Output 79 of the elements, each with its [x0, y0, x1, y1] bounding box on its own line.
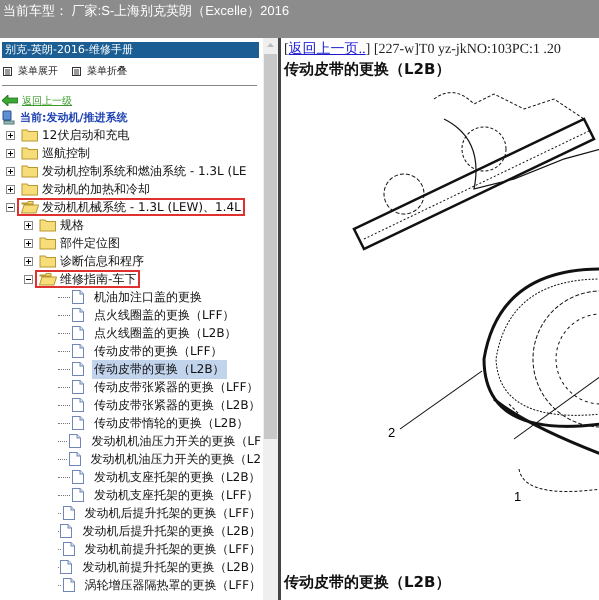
tree-item[interactable]: 发动机前提升托架的更换（LFF）	[82, 540, 263, 558]
expand-icon[interactable]	[24, 256, 33, 266]
menu-action[interactable]: 菜单折叠	[72, 64, 127, 78]
tree-folder[interactable]: 规格	[35, 216, 88, 234]
tree-folder[interactable]: 诊断信息和程序	[35, 252, 148, 270]
document-icon	[60, 560, 72, 574]
tree-item[interactable]: 点火线圈盖的更换（LFF）	[92, 306, 236, 324]
document-icon	[72, 416, 84, 430]
tree-item[interactable]: 发动机机油压力开关的更换（LF	[89, 432, 263, 450]
folder-icon	[21, 164, 39, 178]
collapse-icon[interactable]	[24, 274, 33, 284]
scroll-thumb[interactable]	[264, 54, 277, 439]
tree-folder[interactable]: 12伏启动和充电	[17, 126, 134, 144]
document-icon	[72, 398, 84, 412]
tree-folder[interactable]: 巡航控制	[17, 144, 94, 162]
tree-folder[interactable]: 部件定位图	[35, 234, 124, 252]
scrollbar[interactable]	[263, 38, 278, 600]
document-icon	[72, 326, 84, 340]
tree-folder[interactable]: 发动机控制系统和燃油系统 - 1.3L (LE	[17, 162, 250, 180]
tree-item[interactable]: 机油加注口盖的更换	[92, 288, 204, 306]
folder-icon	[39, 218, 57, 232]
folder-icon	[39, 272, 57, 286]
tree-item[interactable]: 发动机后提升托架的更换（L2B）	[80, 522, 263, 540]
tree-folder[interactable]: 发动机机械系统 - 1.3L (LEW)、1.4L	[17, 198, 245, 216]
folder-icon	[21, 146, 39, 160]
document-icon	[68, 452, 81, 466]
reference-line: [返回上一页..] [227-w]T0 yz-jkNO:103PC:1 .20	[284, 40, 562, 58]
vehicle-label: 当前车型： 厂家:S-上海别克英朗（Excelle）2016	[2, 2, 290, 20]
list-icon	[72, 66, 81, 76]
document-icon	[69, 434, 82, 448]
tree-item[interactable]: 发动机前提升托架的更换（L2B）	[80, 558, 263, 576]
tree-item[interactable]: 发动机支座托架的更换（LFF）	[92, 486, 260, 504]
menu-action[interactable]: 菜单展开	[3, 64, 58, 78]
list-icon	[3, 66, 12, 76]
document-icon	[72, 362, 84, 376]
back-arrow-icon	[2, 95, 18, 106]
expand-icon[interactable]	[6, 130, 15, 140]
document-icon	[72, 308, 84, 322]
computer-icon	[2, 110, 16, 124]
back-link[interactable]: 返回上一级	[22, 94, 72, 108]
document-icon	[72, 380, 84, 394]
document-icon	[72, 470, 84, 484]
tree-folder[interactable]: 发动机的加热和冷却	[17, 180, 154, 198]
tree-item[interactable]: 传动皮带张紧器的更换（L2B）	[92, 396, 263, 414]
manual-title: 别克-英朗-2016-维修手册	[2, 42, 259, 58]
expand-icon[interactable]	[6, 148, 15, 158]
tree-item[interactable]: 发动机机油压力开关的更换（L2	[88, 450, 263, 468]
tree-item[interactable]: 传动皮带张紧器的更换（LFF）	[92, 378, 260, 396]
document-icon	[72, 290, 84, 304]
back-page-link[interactable]: 返回上一页..	[288, 42, 366, 57]
current-path: 当前:发动机/推进系统	[20, 110, 128, 124]
callout-label: 1	[514, 489, 522, 504]
folder-icon	[39, 236, 57, 250]
tree-item[interactable]: 点火线圈盖的更换（L2B）	[92, 324, 239, 342]
tree-item[interactable]: 发动机支座托架的更换（L2B）	[92, 468, 263, 486]
expand-icon[interactable]	[6, 184, 15, 194]
callout-label: 2	[388, 425, 396, 440]
folder-icon	[21, 128, 39, 142]
expand-icon[interactable]	[6, 166, 15, 176]
expand-icon[interactable]	[24, 238, 33, 248]
document-icon	[62, 506, 74, 520]
tree-item[interactable]: 传动皮带惰轮的更换（L2B）	[92, 414, 251, 432]
tree-folder[interactable]: 维修指南-车下	[35, 270, 140, 288]
document-icon	[72, 344, 84, 358]
tree-item[interactable]: 发动机后提升托架的更换（LFF）	[82, 504, 263, 522]
tree-item[interactable]: 传动皮带的更换（LFF）	[92, 342, 224, 360]
folder-icon	[39, 254, 57, 268]
tree-item[interactable]: 传动皮带的更换（L2B）	[92, 360, 227, 378]
tree-item[interactable]: 涡轮增压器隔热罩的更换（LFF）	[82, 576, 263, 594]
section-title: 传动皮带的更换（L2B）	[284, 573, 452, 592]
folder-icon	[21, 200, 39, 214]
document-icon	[62, 542, 74, 556]
document-icon	[62, 578, 74, 592]
document-icon	[60, 524, 72, 538]
folder-icon	[21, 182, 39, 196]
document-icon	[72, 488, 84, 502]
section-title: 传动皮带的更换（L2B）	[284, 60, 452, 79]
collapse-icon[interactable]	[6, 202, 15, 212]
expand-icon[interactable]	[24, 220, 33, 230]
